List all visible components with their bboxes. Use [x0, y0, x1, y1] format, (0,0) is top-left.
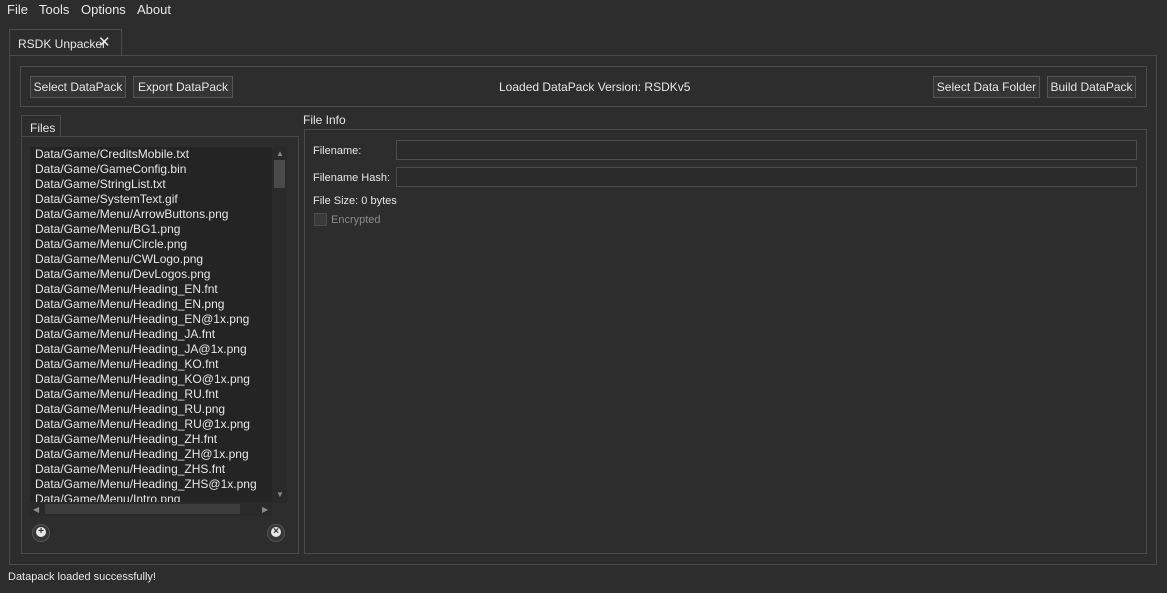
plus-icon: + — [36, 527, 46, 537]
file-list-item[interactable]: Data/Game/Menu/ArrowButtons.png — [30, 207, 272, 222]
file-list-item[interactable]: Data/Game/GameConfig.bin — [30, 162, 272, 177]
tab-files[interactable]: Files — [21, 115, 61, 137]
file-list-vertical-scrollbar[interactable] — [272, 147, 287, 503]
file-list-item[interactable]: Data/Game/Menu/Heading_ZHS@1x.png — [30, 477, 272, 492]
file-list-item[interactable]: Data/Game/Menu/Heading_EN.png — [30, 297, 272, 312]
filename-hash-field[interactable] — [396, 167, 1137, 187]
files-tab-label: Files — [30, 121, 56, 135]
file-list-item[interactable]: Data/Game/SystemText.gif — [30, 192, 272, 207]
menu-about[interactable]: About — [137, 2, 171, 17]
file-list-item[interactable]: Data/Game/Menu/Heading_KO@1x.png — [30, 372, 272, 387]
menu-file[interactable]: File — [7, 2, 28, 17]
encrypted-checkbox[interactable] — [314, 213, 327, 226]
close-icon[interactable]: ✕ — [98, 33, 111, 51]
select-data-folder-button[interactable]: Select Data Folder — [933, 76, 1040, 98]
export-datapack-button[interactable]: Export DataPack — [133, 76, 233, 98]
file-list-item[interactable]: Data/Game/Menu/Heading_JA.fnt — [30, 327, 272, 342]
file-list-item[interactable]: Data/Game/Menu/Heading_KO.fnt — [30, 357, 272, 372]
file-list-item[interactable]: Data/Game/Menu/Heading_RU.png — [30, 402, 272, 417]
build-datapack-button[interactable]: Build DataPack — [1047, 76, 1136, 98]
file-size-label: File Size: 0 bytes — [313, 195, 397, 207]
file-list-item[interactable]: Data/Game/Menu/Circle.png — [30, 237, 272, 252]
file-list-item[interactable]: Data/Game/Menu/DevLogos.png — [30, 267, 272, 282]
filename-field[interactable] — [396, 140, 1137, 160]
filename-label: Filename: — [313, 145, 362, 157]
select-datapack-button[interactable]: Select DataPack — [30, 76, 126, 98]
scroll-right-icon[interactable]: ▶ — [262, 505, 268, 514]
file-list-item[interactable]: Data/Game/Menu/Heading_EN.fnt — [30, 282, 272, 297]
remove-file-button[interactable]: × — [267, 524, 285, 542]
file-list[interactable]: Data/Game/CreditsMobile.txt Data/Game/Gam… — [30, 147, 272, 503]
datapack-version-label: Loaded DataPack Version: RSDKv5 — [499, 80, 691, 94]
tab-rsdk-unpacker[interactable]: RSDK Unpacker ✕ — [9, 29, 122, 56]
menu-tools[interactable]: Tools — [39, 2, 69, 17]
file-list-item[interactable]: Data/Game/Menu/BG1.png — [30, 222, 272, 237]
file-list-item[interactable]: Data/Game/StringList.txt — [30, 177, 272, 192]
vertical-scroll-thumb[interactable] — [274, 160, 285, 188]
file-list-item[interactable]: Data/Game/Menu/Heading_ZHS.fnt — [30, 462, 272, 477]
scroll-down-icon[interactable]: ▼ — [276, 490, 284, 499]
file-list-item[interactable]: Data/Game/CreditsMobile.txt — [30, 147, 272, 162]
file-list-item[interactable]: Data/Game/Menu/Heading_JA@1x.png — [30, 342, 272, 357]
menubar: File Tools Options About — [0, 0, 1167, 20]
status-bar-message: Datapack loaded successfully! — [8, 571, 156, 583]
file-list-item[interactable]: Data/Game/Menu/Heading_EN@1x.png — [30, 312, 272, 327]
add-file-button[interactable]: + — [32, 524, 50, 542]
scroll-left-icon[interactable]: ◀ — [33, 505, 39, 514]
file-list-item[interactable]: Data/Game/Menu/Heading_RU.fnt — [30, 387, 272, 402]
close-circle-icon: × — [271, 527, 281, 537]
file-list-item[interactable]: Data/Game/Menu/Heading_ZH@1x.png — [30, 447, 272, 462]
horizontal-scroll-thumb[interactable] — [45, 504, 240, 514]
file-info-title: File Info — [303, 113, 346, 127]
scroll-up-icon[interactable]: ▲ — [276, 149, 284, 158]
tab-label: RSDK Unpacker — [18, 37, 107, 51]
file-info-pane — [304, 129, 1147, 554]
file-list-item[interactable]: Data/Game/Menu/CWLogo.png — [30, 252, 272, 267]
file-list-item[interactable]: Data/Game/Menu/Heading_ZH.fnt — [30, 432, 272, 447]
filename-hash-label: Filename Hash: — [313, 172, 391, 184]
file-list-item[interactable]: Data/Game/Menu/Heading_RU@1x.png — [30, 417, 272, 432]
menu-options[interactable]: Options — [81, 2, 126, 17]
encrypted-label: Encrypted — [331, 214, 381, 226]
